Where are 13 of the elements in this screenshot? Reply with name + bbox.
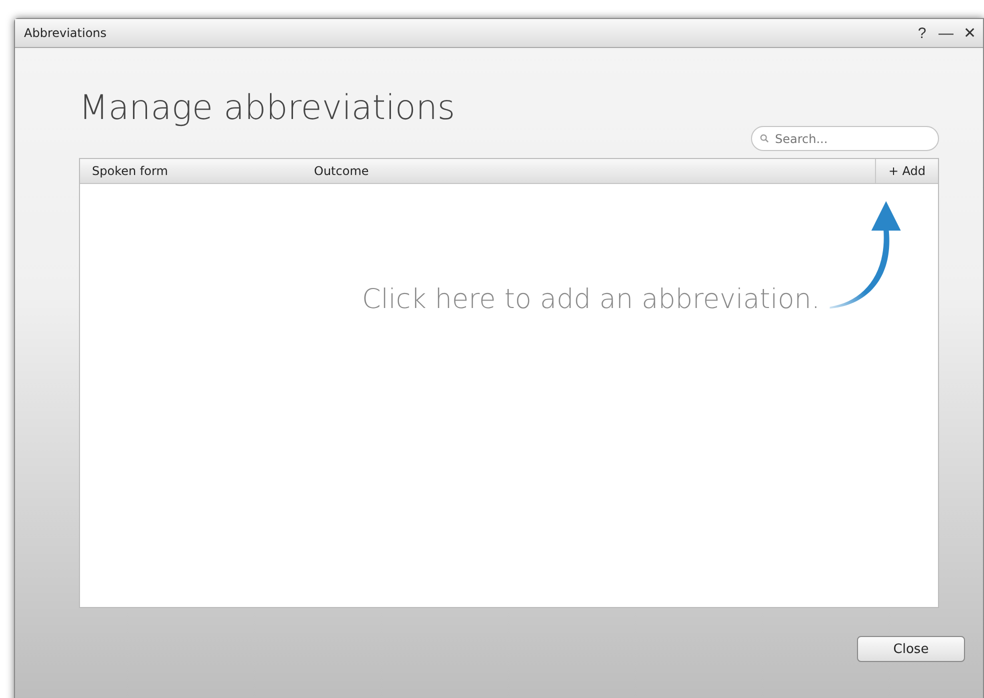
close-window-button[interactable]: ✕ (959, 24, 981, 42)
hint-text: Click here to add an abbreviation. (362, 284, 820, 315)
column-header[interactable]: Spoken form (80, 164, 314, 178)
close-button[interactable]: Close (857, 636, 965, 662)
help-button[interactable]: ? (911, 24, 933, 42)
search-icon (760, 134, 769, 143)
window-title: Abbreviations (24, 26, 107, 40)
minimize-button[interactable]: — (935, 24, 957, 42)
search-field[interactable]: Search... (751, 126, 939, 151)
add-button[interactable]: + Add (875, 159, 938, 183)
page-heading: Manage abbreviations (79, 88, 456, 128)
column-header[interactable]: Outcome (314, 164, 875, 178)
search-input[interactable]: Search... (773, 130, 927, 146)
